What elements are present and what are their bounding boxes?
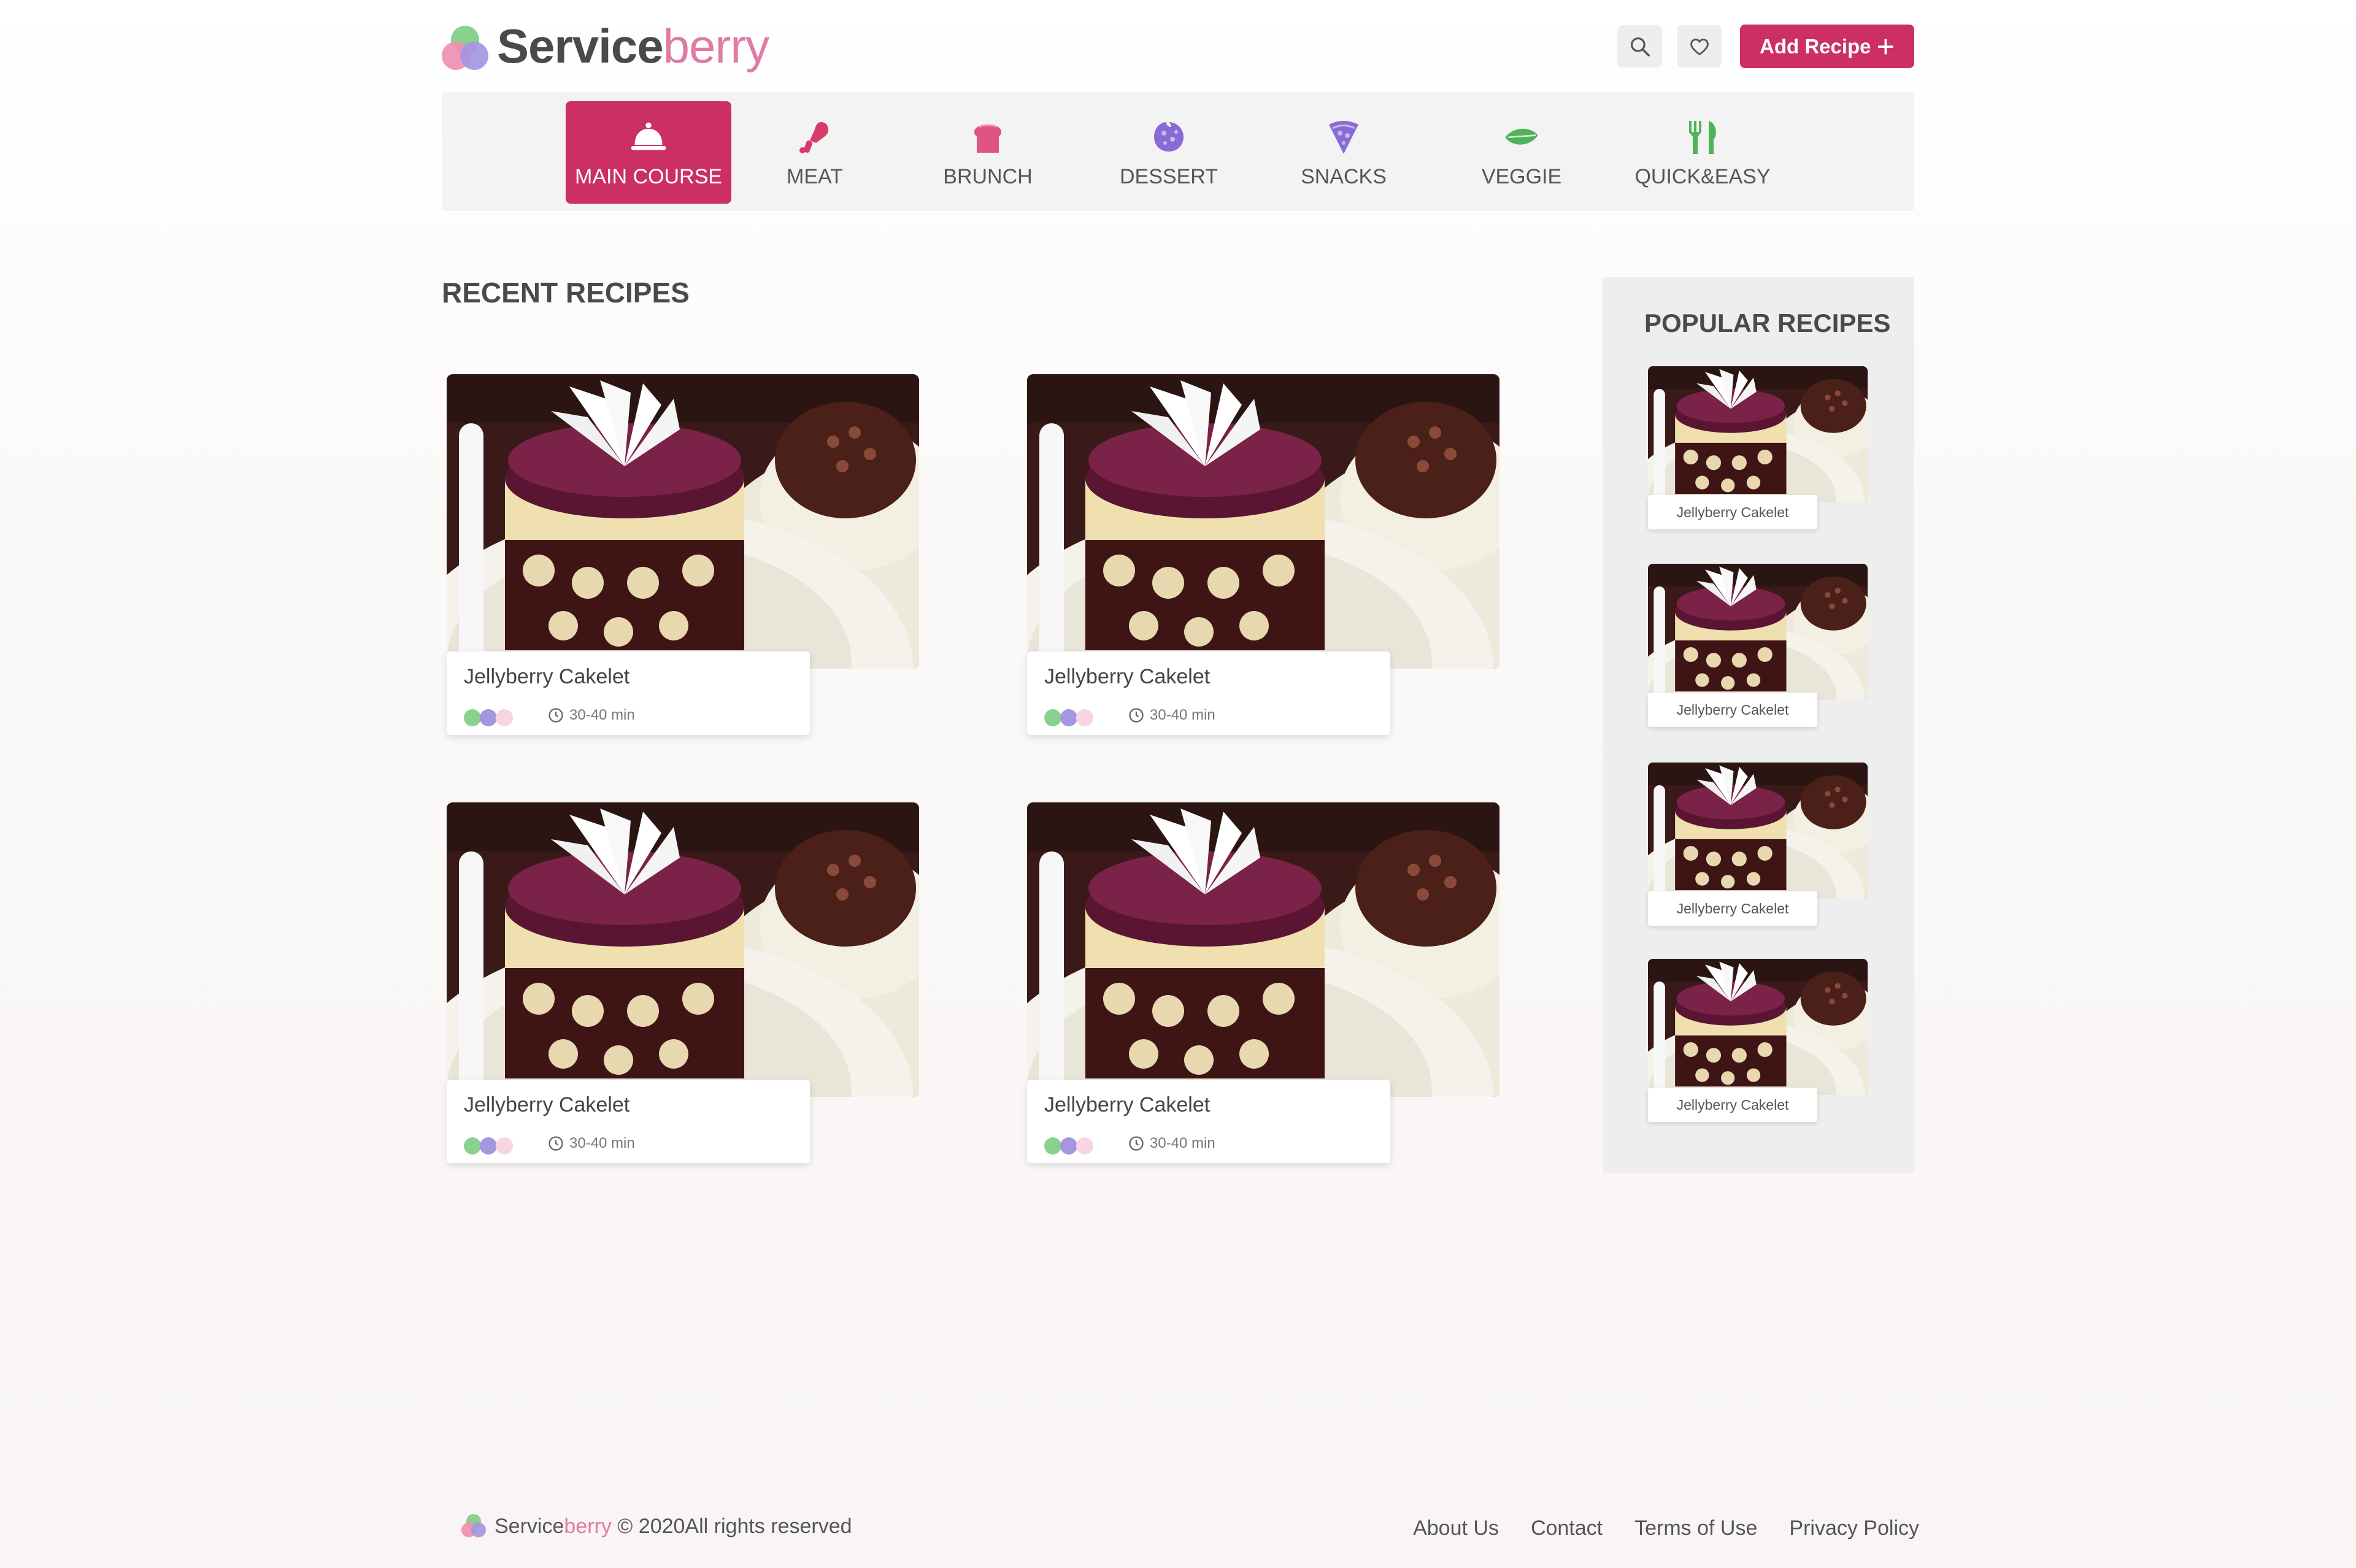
add-recipe-button[interactable]: Add Recipe + xyxy=(1740,25,1914,68)
category-label: QUICK&EASY xyxy=(1634,165,1771,188)
category-label: SNACKS xyxy=(1301,165,1387,188)
logo-text: Serviceberry xyxy=(497,18,769,74)
category-label: DESSERT xyxy=(1120,165,1218,188)
category-label: MAIN COURSE xyxy=(575,165,722,188)
popular-recipes-panel: POPULAR RECIPES Jellyberry Cakelet Jelly… xyxy=(1603,277,1914,1174)
recipe-photo[interactable] xyxy=(447,374,919,669)
logo-berries-icon xyxy=(460,1513,487,1540)
recipe-thumbnail[interactable] xyxy=(1648,763,1868,899)
cook-time: 30-40 min xyxy=(1128,1135,1215,1152)
recipe-info: Jellyberry Cakelet 30-40 min xyxy=(447,651,810,735)
popular-recipe-item[interactable]: Jellyberry Cakelet xyxy=(1648,959,1869,1126)
cook-time: 30-40 min xyxy=(1128,707,1215,724)
add-recipe-label: Add Recipe xyxy=(1760,34,1871,58)
popular-recipe-item[interactable]: Jellyberry Cakelet xyxy=(1648,366,1869,533)
recipe-title[interactable]: Jellyberry Cakelet xyxy=(1044,1093,1210,1117)
logo-main: Service xyxy=(497,19,664,73)
clock-icon xyxy=(1129,1136,1144,1151)
category-snacks[interactable]: SNACKS xyxy=(1276,101,1411,204)
recipe-thumbnail[interactable] xyxy=(1648,959,1868,1095)
category-dessert[interactable]: DESSERT xyxy=(1101,101,1236,204)
bread-icon xyxy=(969,118,1006,155)
cook-time: 30-40 min xyxy=(547,1135,635,1152)
difficulty-indicator xyxy=(464,1137,513,1155)
category-main-course[interactable]: MAIN COURSE xyxy=(566,101,731,204)
category-label: MEAT xyxy=(787,165,843,188)
popular-recipe-title[interactable]: Jellyberry Cakelet xyxy=(1648,693,1817,727)
difficulty-indicator xyxy=(1044,709,1093,726)
clock-icon xyxy=(549,1136,563,1151)
difficulty-indicator xyxy=(1044,1137,1093,1155)
cook-time-text: 30-40 min xyxy=(1150,1135,1215,1151)
favorites-button[interactable] xyxy=(1677,25,1722,67)
logo-berries-icon xyxy=(441,22,490,71)
recipe-photo[interactable] xyxy=(1027,802,1499,1097)
recipe-thumbnail[interactable] xyxy=(1648,366,1868,502)
popular-recipe-title[interactable]: Jellyberry Cakelet xyxy=(1648,1088,1817,1122)
recipe-info: Jellyberry Cakelet 30-40 min xyxy=(1027,1080,1390,1163)
difficulty-indicator xyxy=(464,709,513,726)
footer-links: About Us Contact Terms of Use Privacy Po… xyxy=(1413,1516,1919,1540)
cook-time: 30-40 min xyxy=(547,707,635,724)
plus-icon: + xyxy=(1876,29,1895,64)
recipe-card[interactable]: Jellyberry Cakelet 30-40 min xyxy=(1022,374,1499,742)
category-label: BRUNCH xyxy=(943,165,1033,188)
category-label: VEGGIE xyxy=(1481,165,1562,188)
page: Serviceberry Add Recipe + MAIN COURSE ME… xyxy=(0,0,2356,1568)
clock-icon xyxy=(549,708,563,723)
search-icon xyxy=(1630,37,1650,56)
recipe-title[interactable]: Jellyberry Cakelet xyxy=(464,1093,629,1117)
footer-brand-accent: berry xyxy=(564,1514,612,1538)
recipe-card[interactable]: Jellyberry Cakelet 30-40 min xyxy=(442,374,919,742)
footer-link-contact[interactable]: Contact xyxy=(1531,1516,1603,1540)
category-brunch[interactable]: BRUNCH xyxy=(920,101,1055,204)
leaf-icon xyxy=(1503,118,1540,155)
footer-link-privacy[interactable]: Privacy Policy xyxy=(1789,1516,1919,1540)
logo-accent: berry xyxy=(663,19,770,73)
footer-link-terms[interactable]: Terms of Use xyxy=(1634,1516,1757,1540)
popular-recipe-item[interactable]: Jellyberry Cakelet xyxy=(1648,763,1869,929)
recipe-photo[interactable] xyxy=(1027,374,1499,669)
recipe-title[interactable]: Jellyberry Cakelet xyxy=(464,665,629,689)
popular-recipe-title[interactable]: Jellyberry Cakelet xyxy=(1648,495,1817,529)
cook-time-text: 30-40 min xyxy=(569,707,635,723)
footer-link-about[interactable]: About Us xyxy=(1413,1516,1499,1540)
recipe-card[interactable]: Jellyberry Cakelet 30-40 min xyxy=(1022,802,1499,1170)
recipe-thumbnail[interactable] xyxy=(1648,564,1868,700)
recipe-photo[interactable] xyxy=(447,802,919,1097)
drumstick-icon xyxy=(796,118,833,155)
fork-knife-icon xyxy=(1684,118,1721,155)
category-nav: MAIN COURSE MEAT BRUNCH DESSERT SNACKS V… xyxy=(442,92,1914,211)
heart-icon xyxy=(1690,38,1709,55)
category-quick-easy[interactable]: QUICK&EASY xyxy=(1629,101,1776,204)
recipe-card[interactable]: Jellyberry Cakelet 30-40 min xyxy=(442,802,919,1170)
category-veggie[interactable]: VEGGIE xyxy=(1454,101,1589,204)
footer-brand: Service berry © 2020All rights reserved xyxy=(460,1513,852,1540)
cookie-icon xyxy=(1150,118,1187,155)
popular-recipe-item[interactable]: Jellyberry Cakelet xyxy=(1648,564,1869,731)
recipe-info: Jellyberry Cakelet 30-40 min xyxy=(447,1080,810,1163)
clock-icon xyxy=(1129,708,1144,723)
cook-time-text: 30-40 min xyxy=(569,1135,635,1151)
popular-recipes-heading: POPULAR RECIPES xyxy=(1644,309,1891,337)
pizza-icon xyxy=(1325,118,1362,155)
recipe-title[interactable]: Jellyberry Cakelet xyxy=(1044,665,1210,689)
search-button[interactable] xyxy=(1617,25,1662,67)
footer-brand-main: Service xyxy=(495,1514,564,1538)
recipe-info: Jellyberry Cakelet 30-40 min xyxy=(1027,651,1390,735)
copyright-text: © 2020All rights reserved xyxy=(617,1514,852,1538)
category-meat[interactable]: MEAT xyxy=(747,101,882,204)
cloche-icon xyxy=(630,118,667,155)
cook-time-text: 30-40 min xyxy=(1150,707,1215,723)
logo[interactable]: Serviceberry xyxy=(441,18,769,74)
popular-recipe-title[interactable]: Jellyberry Cakelet xyxy=(1648,891,1817,926)
recent-recipes-heading: RECENT RECIPES xyxy=(442,277,690,309)
